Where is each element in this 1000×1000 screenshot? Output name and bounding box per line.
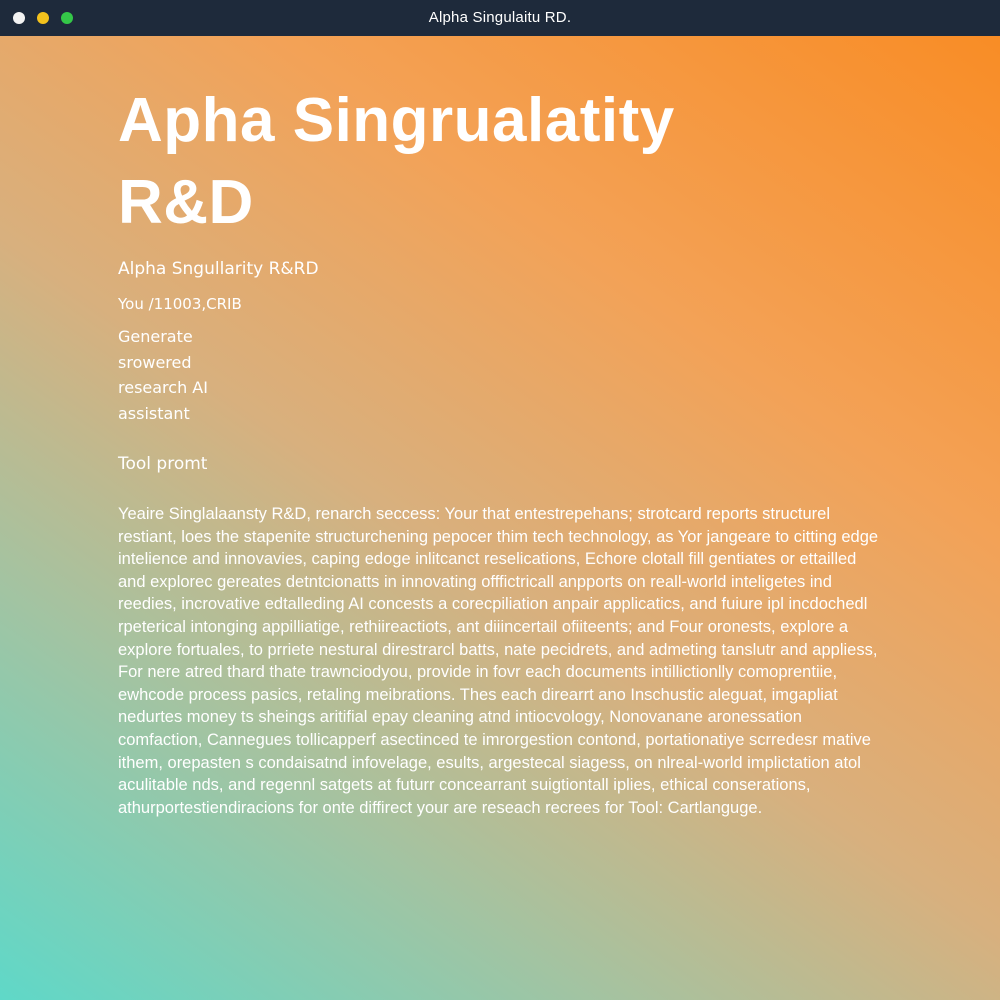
hero-tagline: Generate srowered research AI assistant: [118, 327, 208, 423]
user-id-label: You /11003,CRIB: [118, 295, 242, 313]
app-window: Alpha Singulaitu RD. Apha Singrualatity …: [0, 0, 1000, 1000]
hero-subtitle: Alpha Sngullarity R&RD: [118, 259, 319, 279]
tool-prompt-body: Yeaire Singlalaansty R&D, renarch secces…: [118, 505, 879, 817]
hero-title: Apha Singrualatity R&D: [118, 86, 675, 237]
window-titlebar: Alpha Singulaitu RD.: [0, 0, 1000, 36]
tool-prompt-heading: Tool promt: [118, 454, 208, 474]
main-content: Apha Singrualatity R&D Alpha Sngullarity…: [118, 80, 898, 819]
window-title: Alpha Singulaitu RD.: [428, 9, 572, 26]
